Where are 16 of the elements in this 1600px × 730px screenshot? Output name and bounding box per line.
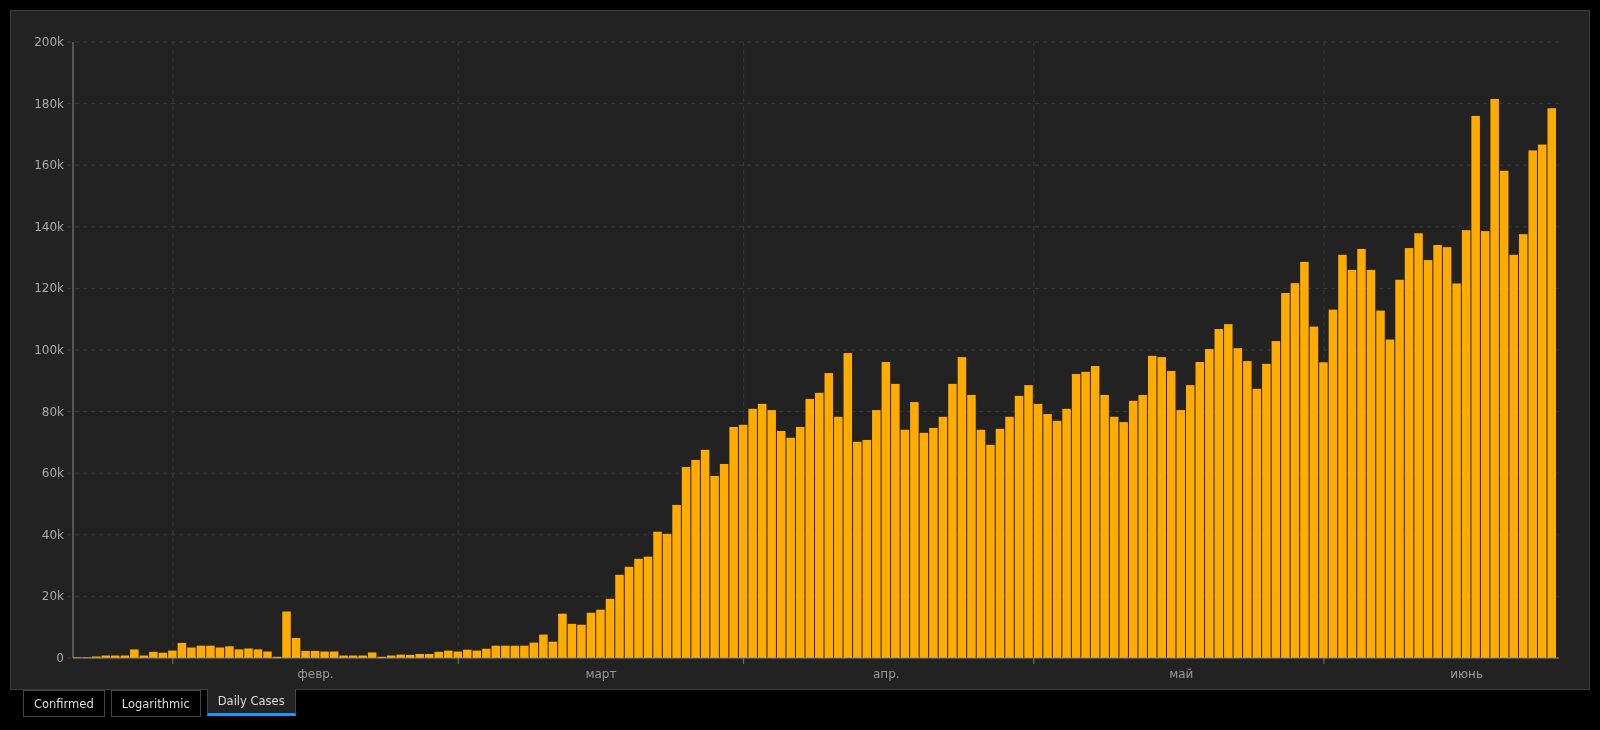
- y-axis-label: 160k: [34, 158, 64, 173]
- x-axis-label: апр.: [873, 667, 900, 681]
- y-axis-label: 80k: [41, 404, 64, 419]
- x-axis-label: июнь: [1450, 667, 1484, 681]
- y-axis-label: 20k: [41, 589, 64, 604]
- y-axis-label: 120k: [34, 281, 64, 296]
- x-axis-label: март: [585, 667, 617, 681]
- x-axis-label: май: [1169, 667, 1194, 681]
- y-axis-label: 200k: [34, 35, 64, 49]
- y-axis-label: 180k: [34, 96, 64, 111]
- y-axis-label: 100k: [34, 343, 64, 357]
- y-axis-label: 140k: [34, 219, 64, 234]
- y-axis-label: 0: [56, 651, 64, 665]
- y-axis-label: 60k: [41, 466, 64, 481]
- x-axis-label: февр.: [297, 667, 334, 681]
- y-axis-label: 40k: [41, 527, 64, 542]
